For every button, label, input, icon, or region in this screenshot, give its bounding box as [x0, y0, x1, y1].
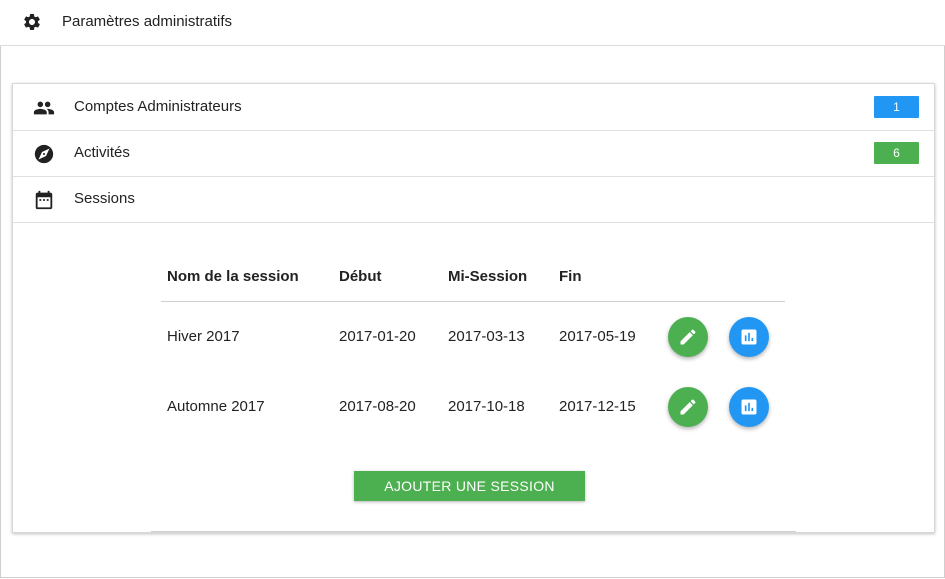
session-end: 2017-12-15 [559, 398, 636, 415]
top-bar: Paramètres administratifs [0, 0, 945, 46]
column-header-mid: Mi-Session [448, 268, 528, 285]
column-header-end: Fin [559, 268, 582, 285]
settings-card: Comptes Administrateurs 1 Activités 6 Se… [12, 83, 935, 533]
count-badge: 1 [874, 96, 919, 118]
section-sessions[interactable]: Sessions [13, 176, 934, 223]
session-stats-button[interactable] [729, 317, 769, 357]
section-label: Activités [74, 144, 130, 161]
pencil-icon [680, 329, 696, 345]
add-session-button[interactable]: AJOUTER UNE SESSION [354, 471, 585, 501]
edit-session-button[interactable] [668, 317, 708, 357]
calendar-icon [35, 190, 53, 210]
session-mid: 2017-10-18 [448, 398, 525, 415]
gear-icon[interactable] [22, 12, 42, 32]
column-header-start: Début [339, 268, 382, 285]
session-start: 2017-01-20 [339, 328, 416, 345]
bar-chart-icon [741, 399, 757, 415]
page-title: Paramètres administratifs [62, 13, 233, 30]
bar-chart-icon [741, 329, 757, 345]
edit-session-button[interactable] [668, 387, 708, 427]
header-divider [161, 301, 785, 302]
compass-icon [34, 144, 54, 164]
session-stats-button[interactable] [729, 387, 769, 427]
section-activities[interactable]: Activités 6 [13, 130, 934, 177]
pencil-icon [680, 399, 696, 415]
section-admin-accounts[interactable]: Comptes Administrateurs 1 [13, 84, 934, 131]
section-label: Comptes Administrateurs [74, 98, 242, 115]
session-name: Hiver 2017 [167, 328, 240, 345]
count-badge: 6 [874, 142, 919, 164]
footer-divider [151, 531, 796, 532]
session-name: Automne 2017 [167, 398, 265, 415]
session-mid: 2017-03-13 [448, 328, 525, 345]
people-icon [33, 101, 55, 115]
session-start: 2017-08-20 [339, 398, 416, 415]
session-end: 2017-05-19 [559, 328, 636, 345]
section-label: Sessions [74, 190, 135, 207]
column-header-name: Nom de la session [167, 268, 299, 285]
